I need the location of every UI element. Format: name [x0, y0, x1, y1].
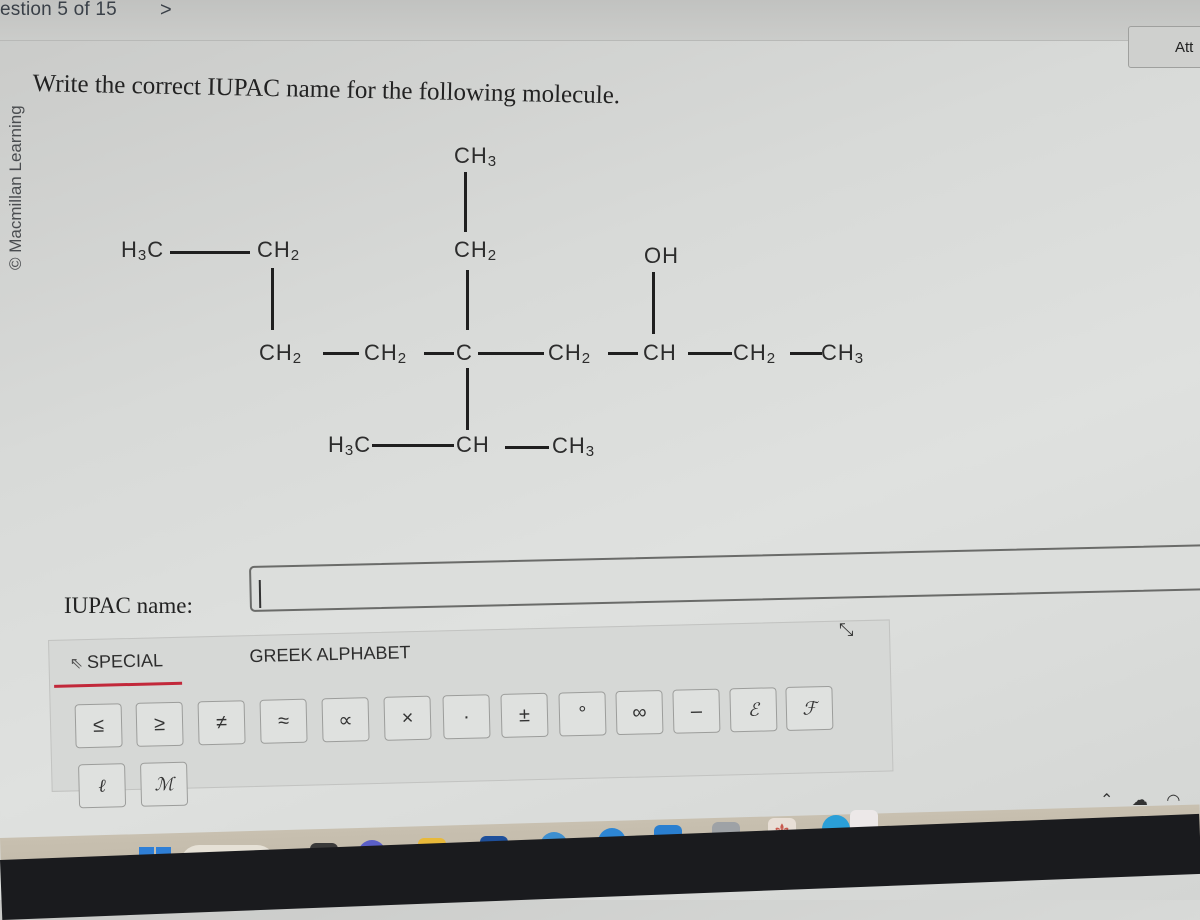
- atom-bottom-ch: CH: [456, 432, 490, 457]
- bond: [652, 272, 655, 334]
- bond: [464, 172, 467, 232]
- symbol-palette: ⇖ SPECIAL GREEK ALPHABET ⤡ ≤ ≥ ≠ ≈ ∝ × · …: [48, 619, 894, 809]
- key-dash[interactable]: –: [672, 688, 721, 734]
- bond: [372, 444, 454, 447]
- key-infinity[interactable]: ∞: [615, 690, 664, 736]
- collapse-arrows-icon[interactable]: ⤡: [839, 619, 854, 640]
- atom-main-ch2-a: CH2: [259, 340, 303, 367]
- key-greater-equal[interactable]: ≥: [135, 701, 184, 747]
- bond: [466, 270, 469, 330]
- key-plus-minus[interactable]: ±: [500, 692, 549, 738]
- key-script-m[interactable]: ℳ: [140, 761, 189, 807]
- iupac-name-label: IUPAC name:: [64, 593, 193, 618]
- bond: [271, 268, 274, 330]
- bond: [323, 352, 359, 355]
- atom-bottom-h3c: H3C: [328, 432, 372, 459]
- bond: [466, 368, 469, 430]
- iupac-name-input[interactable]: [249, 543, 1200, 612]
- atom-bottom-ch3: CH3: [552, 433, 596, 460]
- atom-top-ch3: CH3: [454, 143, 498, 170]
- key-less-equal[interactable]: ≤: [74, 703, 123, 749]
- bond: [608, 352, 638, 355]
- tab-special[interactable]: ⇖ SPECIAL: [69, 650, 163, 673]
- bond: [790, 352, 822, 355]
- key-script-e[interactable]: ℰ: [729, 687, 778, 733]
- key-not-equal[interactable]: ≠: [197, 700, 246, 746]
- atom-oh: OH: [644, 243, 679, 268]
- key-script-f[interactable]: ℱ: [785, 685, 834, 731]
- bond: [170, 251, 250, 254]
- atom-left-ch2: CH2: [257, 237, 301, 264]
- atom-main-ch: CH: [643, 340, 677, 365]
- bond: [478, 352, 544, 355]
- key-approx[interactable]: ≈: [259, 698, 308, 744]
- key-degree[interactable]: °: [558, 691, 607, 737]
- bond: [424, 352, 454, 355]
- mouse-cursor-icon: ⇖: [69, 655, 84, 673]
- key-times[interactable]: ×: [383, 695, 432, 741]
- atom-main-ch2-d: CH2: [733, 340, 777, 367]
- atom-quaternary-c: C: [456, 340, 473, 365]
- atom-main-ch2-b: CH2: [364, 340, 408, 367]
- atom-main-ch3: CH3: [821, 340, 865, 367]
- bond: [505, 446, 549, 449]
- atom-main-ch2-c: CH2: [548, 340, 592, 367]
- bond: [688, 352, 732, 355]
- tab-greek-alphabet[interactable]: GREEK ALPHABET: [249, 642, 411, 667]
- active-tab-indicator: [54, 681, 183, 688]
- atom-left-h3c: H3C: [121, 237, 165, 264]
- key-proportional[interactable]: ∝: [321, 697, 370, 743]
- atom-ethyl-ch2: CH2: [454, 237, 498, 264]
- key-script-l[interactable]: ℓ: [78, 763, 127, 809]
- molecule-structure: CH3 CH2 H3C CH2 OH CH2 CH2 C CH2 CH CH2 …: [0, 0, 1200, 520]
- key-dot[interactable]: ·: [442, 694, 491, 740]
